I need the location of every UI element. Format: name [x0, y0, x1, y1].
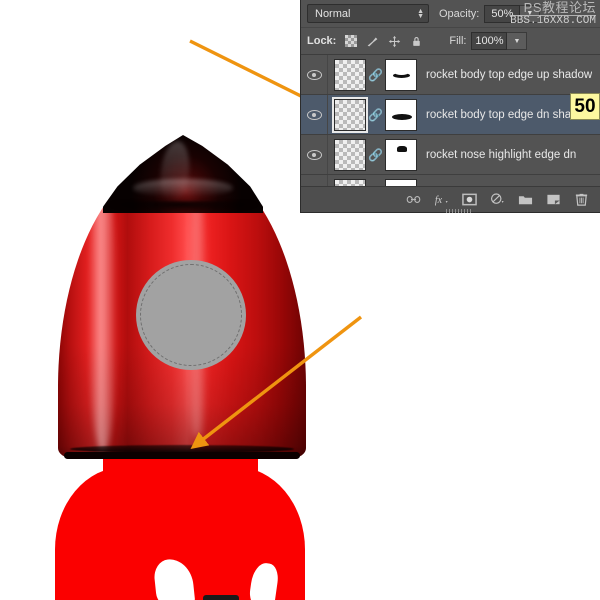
new-group-folder-icon[interactable]: [518, 192, 533, 207]
add-layer-mask-icon[interactable]: [462, 192, 477, 207]
selection-marquee-dashed-ring: [140, 264, 242, 366]
link-mask-icon[interactable]: 🔗: [369, 148, 382, 162]
layer-mask-thumbnail[interactable]: [385, 139, 417, 171]
layer-row[interactable]: 🔗 rocket body top edge up shadow: [301, 55, 600, 95]
layer-visibility-toggle[interactable]: [301, 135, 328, 174]
eye-icon: [307, 110, 322, 120]
layer-name[interactable]: rocket body top edge up shadow: [426, 69, 592, 81]
layer-mask-thumbnail[interactable]: [385, 99, 417, 131]
lock-label: Lock:: [307, 35, 336, 47]
layer-row[interactable]: 🔗 rocket nose highlight edge dn: [301, 135, 600, 175]
layer-row[interactable]: [301, 175, 600, 186]
layer-name[interactable]: rocket body top edge dn shadow: [426, 109, 592, 121]
fill-label: Fill:: [449, 35, 466, 47]
screenshot-root: Normal ▲▼ Opacity: 50% ▼ PS教程论坛 BBS.16XX…: [0, 0, 600, 600]
rocket-body-specular-highlight: [88, 176, 118, 452]
opacity-slider-dropdown-button[interactable]: ▼: [520, 5, 540, 23]
move-icon[interactable]: [388, 35, 401, 48]
blend-opacity-row: Normal ▲▼ Opacity: 50% ▼ PS教程论坛 BBS.16XX…: [301, 0, 600, 28]
new-layer-icon[interactable]: [546, 192, 561, 207]
padlock-icon[interactable]: [410, 35, 423, 48]
layer-visibility-toggle[interactable]: [301, 95, 328, 134]
mask-shape: [397, 146, 407, 152]
rocket-nozzle: [203, 595, 239, 600]
layer-thumbnail[interactable]: [334, 99, 366, 131]
mask-shape: [392, 114, 412, 120]
eye-icon: [307, 70, 322, 80]
brush-icon[interactable]: [366, 35, 379, 48]
lock-fill-row: Lock: Fill: 100% ▼: [301, 28, 600, 55]
layer-thumbnail[interactable]: [334, 59, 366, 91]
rocket-fins: [55, 455, 305, 600]
nose-base-shadow: [109, 201, 257, 213]
rocket-window: [136, 260, 246, 370]
opacity-label: Opacity:: [439, 8, 479, 20]
fill-slider-dropdown-button[interactable]: ▼: [507, 32, 527, 50]
status-badge: 50: [570, 93, 600, 120]
layer-thumbnail[interactable]: [334, 139, 366, 171]
layer-name[interactable]: rocket nose highlight edge dn: [426, 149, 576, 161]
new-adjustment-layer-icon[interactable]: [490, 192, 505, 207]
rocket-body-bottom-edge-band: [64, 452, 300, 459]
layer-mask-thumbnail[interactable]: [385, 59, 417, 91]
blend-mode-select[interactable]: Normal ▲▼: [307, 4, 429, 23]
link-mask-icon[interactable]: 🔗: [369, 68, 382, 82]
svg-text:fx: fx: [435, 195, 443, 206]
link-layers-icon[interactable]: [406, 192, 421, 207]
delete-layer-trash-icon[interactable]: [574, 192, 589, 207]
chevron-updown-icon[interactable]: ▲▼: [417, 9, 424, 19]
layers-panel-toolbar[interactable]: fx: [301, 186, 600, 212]
blend-mode-value: Normal: [315, 8, 350, 20]
fill-input[interactable]: 100%: [471, 32, 507, 50]
layer-mask-thumbnail[interactable]: [385, 179, 417, 186]
layer-row[interactable]: 🔗 rocket body top edge dn shadow: [301, 95, 600, 135]
checkerboard-transparency-icon[interactable]: [345, 35, 357, 47]
eye-icon: [307, 150, 322, 160]
layer-visibility-toggle[interactable]: [301, 175, 328, 186]
link-mask-icon[interactable]: 🔗: [369, 108, 382, 122]
layers-panel[interactable]: Normal ▲▼ Opacity: 50% ▼ PS教程论坛 BBS.16XX…: [300, 0, 600, 213]
layer-visibility-toggle[interactable]: [301, 55, 328, 94]
rocket-nose-cone: [103, 135, 263, 213]
lock-icon-group: [345, 35, 423, 48]
nose-highlight-edge-dn: [133, 179, 233, 197]
panel-resize-grip[interactable]: [446, 209, 472, 213]
layer-thumbnail[interactable]: [334, 179, 366, 186]
layer-list[interactable]: 🔗 rocket body top edge up shadow 🔗 rocke…: [301, 55, 600, 186]
mask-shape-inner: [395, 71, 408, 75]
opacity-input[interactable]: 50%: [484, 5, 520, 23]
add-layer-style-fx-icon[interactable]: fx: [434, 192, 449, 207]
